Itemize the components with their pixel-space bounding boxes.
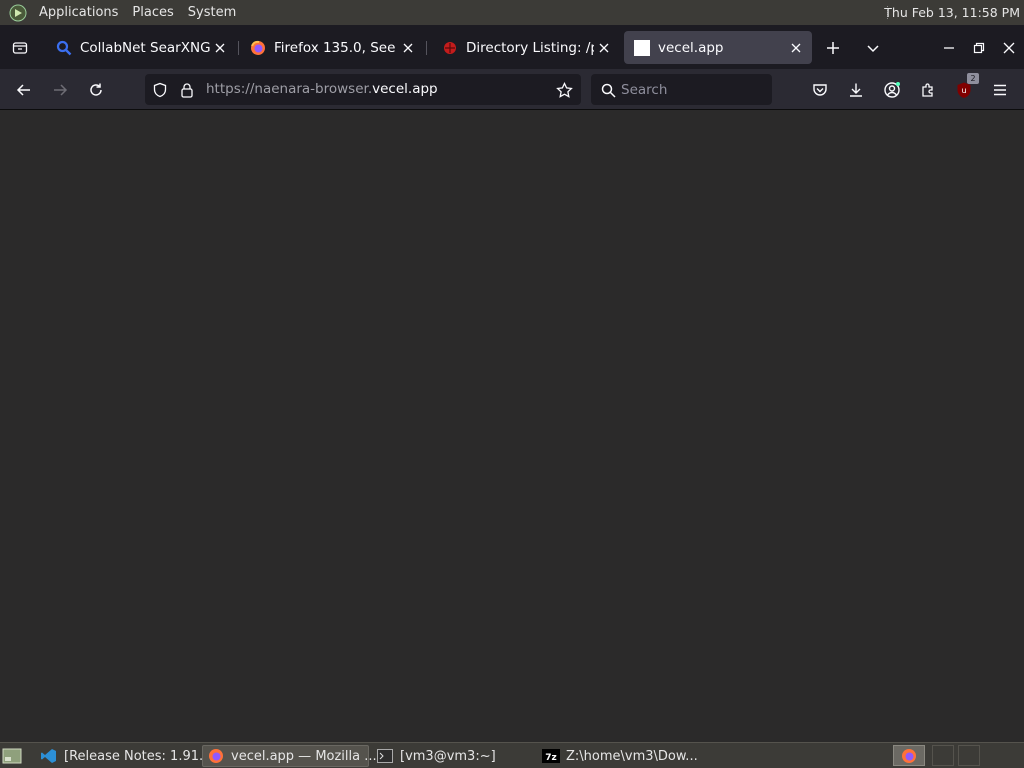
panel-clock[interactable]: Thu Feb 13, 11:58 PM [884, 0, 1020, 25]
tab-title: CollabNet SearXNG [80, 39, 210, 56]
top-panel: Applications Places System Thu Feb 13, 1… [0, 0, 1024, 25]
forward-arrow-icon[interactable] [47, 77, 73, 103]
tab-close-icon[interactable] [594, 38, 614, 58]
7zip-icon: 7z [542, 748, 560, 764]
tracking-protection-shield-icon[interactable] [151, 81, 169, 99]
tab-title: Firefox 135.0, See All N [274, 39, 398, 56]
tab-close-icon[interactable] [786, 38, 806, 58]
close-window-icon[interactable] [998, 37, 1020, 59]
show-desktop-icon[interactable] [2, 745, 22, 767]
bookmark-star-icon[interactable] [555, 81, 573, 99]
new-tab-plus-icon[interactable] [822, 37, 844, 59]
tab-title: vecel.app [658, 39, 724, 56]
tab-close-icon[interactable] [210, 38, 230, 58]
minimize-icon[interactable] [938, 37, 960, 59]
search-input[interactable] [621, 79, 761, 100]
workspace-switcher-2[interactable] [932, 745, 954, 766]
terminal-icon [376, 748, 394, 764]
ublock-origin-icon[interactable]: u 2 [951, 73, 979, 103]
firefox-favicon-icon [250, 40, 266, 56]
tab-title: Directory Listing: /pub [466, 39, 594, 56]
reload-icon[interactable] [83, 77, 109, 103]
taskbar-item-label: [Release Notes: 1.91... [64, 748, 212, 764]
firefox-icon [207, 748, 225, 764]
url-bar[interactable]: https://naenara-browser.vecel.app [145, 74, 581, 105]
taskbar-item-label: vecel.app — Mozilla ... [231, 748, 377, 764]
restore-icon[interactable] [968, 37, 990, 59]
menu-places[interactable]: Places [125, 0, 180, 25]
extension-badge: 2 [967, 73, 979, 84]
downloads-icon[interactable] [843, 77, 869, 103]
search-icon [599, 81, 617, 99]
url-text[interactable]: https://naenara-browser.vecel.app [206, 81, 438, 97]
tab-vecel-app[interactable]: vecel.app [624, 31, 812, 64]
workspace-switcher-3[interactable] [958, 745, 980, 766]
distro-logo-icon[interactable] [8, 3, 28, 23]
tab-separator [238, 41, 239, 55]
navigation-toolbar: https://naenara-browser.vecel.app u 2 [0, 69, 1024, 110]
firefox-view-icon[interactable] [9, 37, 31, 59]
list-all-tabs-chevron-icon[interactable] [862, 37, 884, 59]
url-prefix: https://naenara-browser. [206, 81, 373, 97]
directory-favicon-icon [442, 40, 458, 56]
menu-system[interactable]: System [181, 0, 243, 25]
hamburger-menu-icon[interactable] [987, 77, 1013, 103]
blank-favicon-icon [634, 39, 650, 56]
tab-strip: CollabNet SearXNG Firefox 135.0, See All… [0, 25, 1024, 69]
firefox-icon [902, 748, 916, 763]
bottom-taskbar: [Release Notes: 1.91... vecel.app — Mozi… [0, 742, 1024, 768]
taskbar-item-7zip[interactable]: 7z Z:\home\vm3\Dow... [538, 745, 708, 767]
lock-icon[interactable] [178, 81, 196, 99]
taskbar-item-label: [vm3@vm3:~] [400, 748, 496, 764]
account-icon[interactable] [879, 77, 905, 103]
menu-applications[interactable]: Applications [32, 0, 125, 25]
taskbar-item-firefox[interactable]: vecel.app — Mozilla ... [202, 745, 377, 767]
vscode-icon [40, 748, 58, 764]
url-host: vecel.app [372, 81, 438, 97]
taskbar-item-terminal[interactable]: [vm3@vm3:~] [372, 745, 534, 767]
tab-collabnet-searxng[interactable]: CollabNet SearXNG [46, 31, 236, 64]
search-bar[interactable] [591, 74, 772, 105]
taskbar-item-vscode[interactable]: [Release Notes: 1.91... [36, 745, 211, 767]
svg-text:u: u [961, 86, 966, 95]
svg-text:7z: 7z [545, 753, 557, 763]
taskbar-item-label: Z:\home\vm3\Dow... [566, 748, 698, 764]
tab-directory-listing[interactable]: Directory Listing: /pub [432, 31, 620, 64]
workspace-switcher-active[interactable] [893, 745, 925, 766]
extensions-puzzle-icon[interactable] [915, 77, 941, 103]
search-favicon-icon [56, 40, 72, 56]
tab-firefox-release[interactable]: Firefox 135.0, See All N [240, 31, 424, 64]
pocket-icon[interactable] [807, 77, 833, 103]
back-arrow-icon[interactable] [11, 77, 37, 103]
tab-close-icon[interactable] [398, 38, 418, 58]
page-content[interactable] [0, 110, 1024, 742]
tab-separator [426, 41, 427, 55]
